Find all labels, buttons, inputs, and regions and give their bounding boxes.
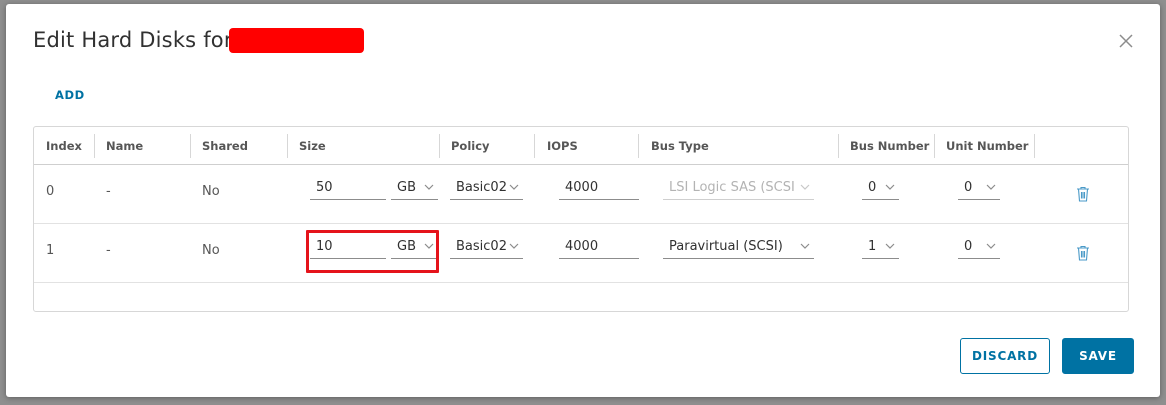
table-row: 0 - No 50 GB Basic02 4000 LSI Logic SAS … (34, 164, 1128, 224)
chevron-down-icon (800, 184, 810, 190)
column-header-shared: Shared (202, 139, 248, 153)
chevron-down-icon (424, 184, 434, 190)
chevron-down-icon (509, 184, 519, 190)
chevron-down-icon (885, 243, 895, 249)
column-header-unit-number: Unit Number (946, 139, 1029, 153)
size-highlight-box (306, 230, 439, 273)
policy-select[interactable]: Basic02 (450, 176, 523, 200)
save-button[interactable]: SAVE (1062, 338, 1134, 374)
unit-number-select[interactable]: 0 (958, 235, 1000, 259)
policy-select[interactable]: Basic02 (450, 235, 523, 259)
size-input[interactable]: 50 (310, 176, 386, 200)
discard-button[interactable]: DISCARD (960, 338, 1050, 374)
bus-number-select[interactable]: 0 (862, 176, 899, 200)
row-name: - (106, 243, 111, 258)
chevron-down-icon (986, 184, 996, 190)
column-header-iops: IOPS (547, 139, 578, 153)
table-row: 1 - No 10 GB Basic02 4000 Paravirtual (S… (34, 223, 1128, 283)
column-header-bus-number: Bus Number (850, 139, 930, 153)
row-shared: No (202, 243, 220, 258)
iops-input[interactable]: 4000 (559, 176, 639, 200)
chevron-down-icon (986, 243, 996, 249)
chevron-down-icon (885, 184, 895, 190)
trash-icon[interactable] (1076, 245, 1090, 261)
dialog-title: Edit Hard Disks for (33, 28, 233, 52)
close-icon[interactable] (1118, 33, 1134, 49)
edit-hard-disks-dialog: Edit Hard Disks for ADD Index Name Share… (6, 4, 1160, 397)
size-unit-select[interactable]: GB (391, 176, 438, 200)
hard-disks-table: Index Name Shared Size Policy IOPS Bus T… (33, 126, 1129, 312)
row-shared: No (202, 184, 220, 199)
bus-type-select: LSI Logic SAS (SCSI) (663, 176, 814, 200)
row-name: - (106, 184, 111, 199)
iops-input[interactable]: 4000 (559, 235, 639, 259)
redacted-vm-name (229, 28, 364, 53)
row-index: 1 (46, 243, 55, 258)
chevron-down-icon (509, 243, 519, 249)
column-header-name: Name (106, 139, 144, 153)
add-disk-button[interactable]: ADD (55, 88, 85, 102)
chevron-down-icon (800, 243, 810, 249)
unit-number-select[interactable]: 0 (958, 176, 1000, 200)
bus-number-select[interactable]: 1 (862, 235, 899, 259)
column-header-index: Index (46, 139, 82, 153)
column-header-bus-type: Bus Type (651, 139, 709, 153)
bus-type-select[interactable]: Paravirtual (SCSI) (663, 235, 814, 259)
row-index: 0 (46, 184, 55, 199)
column-header-size: Size (299, 139, 326, 153)
trash-icon[interactable] (1076, 186, 1090, 202)
column-header-policy: Policy (451, 139, 490, 153)
table-header: Index Name Shared Size Policy IOPS Bus T… (34, 127, 1128, 165)
